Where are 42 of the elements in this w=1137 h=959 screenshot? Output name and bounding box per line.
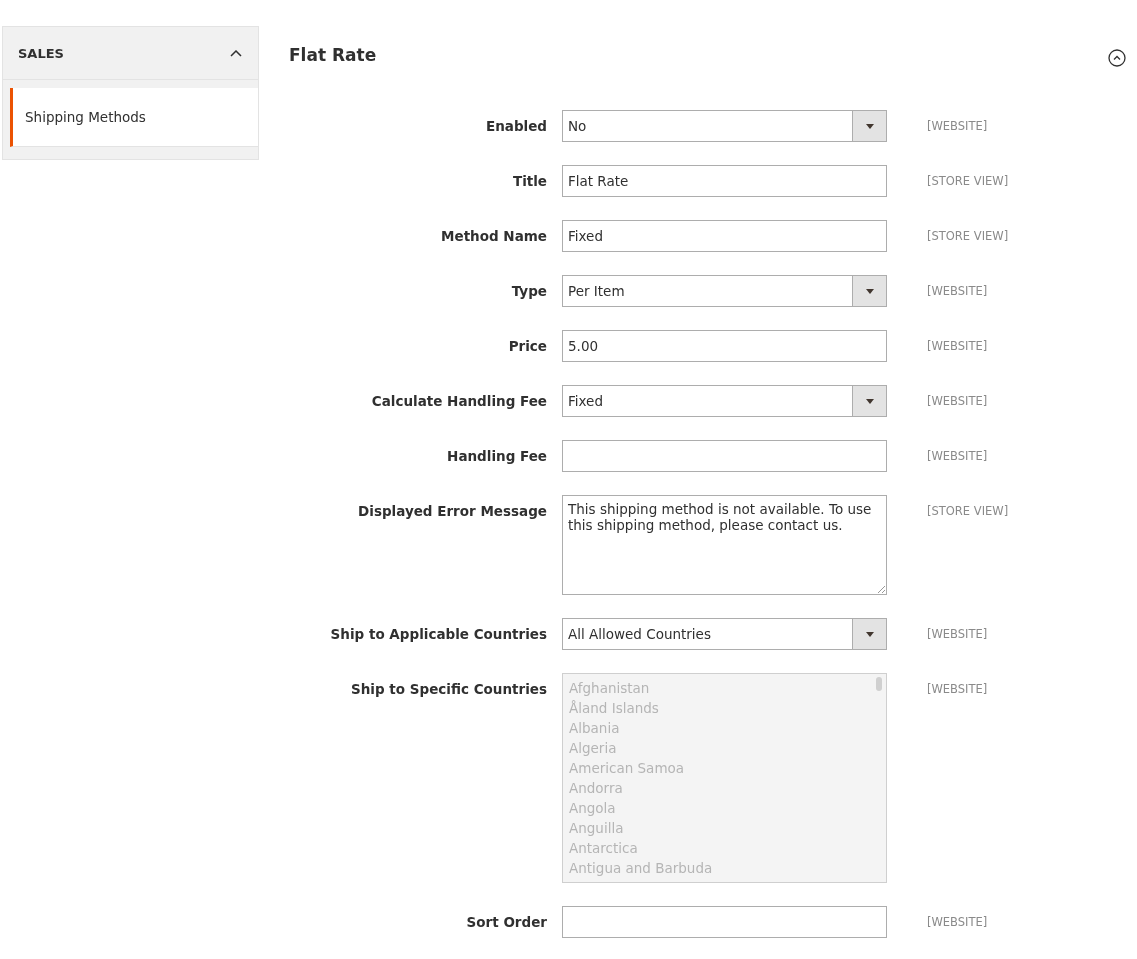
scope-label: [WEBSITE]	[927, 626, 989, 643]
scope-label: [WEBSITE]	[927, 914, 989, 931]
input-field[interactable]	[562, 440, 887, 472]
dropdown-arrow-icon	[865, 123, 874, 129]
scope-label: [WEBSITE]	[927, 283, 989, 300]
field-label: Type	[510, 282, 547, 301]
section-title: SALES	[18, 45, 64, 61]
field-label: Method Name	[440, 227, 547, 246]
scope-label: [WEBSITE]	[927, 393, 989, 410]
input-field[interactable]	[562, 906, 887, 938]
field-label: Ship to Specific Countries	[350, 680, 547, 699]
chevron-icon	[230, 49, 242, 57]
field-label: Displayed Error Message	[357, 502, 547, 521]
dropdown-field[interactable]: Fixed	[562, 385, 887, 417]
dropdown-field[interactable]: All Allowed Countries	[562, 618, 887, 650]
field-label: Handling Fee	[446, 447, 547, 466]
field-label: Title	[511, 172, 547, 191]
dropdown-arrow-icon	[865, 288, 874, 294]
textarea-field[interactable]: This shipping method is not available. To use this shipping method, please contact us.	[562, 495, 887, 595]
field-label: Calculate Handling Fee	[370, 392, 547, 411]
section-title: Flat Rate	[289, 45, 377, 65]
field-label: Price	[507, 337, 547, 356]
field-label: Enabled	[484, 117, 547, 136]
scope-label: [STORE VIEW]	[927, 173, 1010, 190]
input-field[interactable]: Flat Rate	[562, 165, 887, 197]
scope-label: [WEBSITE]	[927, 681, 989, 698]
sidebar-item[interactable]: Shipping Methods	[10, 88, 258, 147]
input-field[interactable]: 5.00	[562, 330, 887, 362]
scope-label: [WEBSITE]	[927, 338, 989, 355]
dropdown-arrow-icon	[865, 631, 874, 637]
scope-label: [WEBSITE]	[927, 118, 989, 135]
resize-grip-icon	[877, 585, 885, 593]
scope-label: [STORE VIEW]	[927, 228, 1010, 245]
field-label: Sort Order	[465, 913, 547, 932]
input-field[interactable]: Fixed	[562, 220, 887, 252]
scope-label: [WEBSITE]	[927, 448, 989, 465]
dropdown-arrow-icon	[865, 398, 874, 404]
dropdown-field[interactable]: No	[562, 110, 887, 142]
field-label: Ship to Applicable Countries	[329, 625, 547, 644]
dropdown-field[interactable]: Per Item	[562, 275, 887, 307]
scope-label: [STORE VIEW]	[927, 503, 1010, 520]
collapse-icon[interactable]	[1108, 49, 1126, 67]
